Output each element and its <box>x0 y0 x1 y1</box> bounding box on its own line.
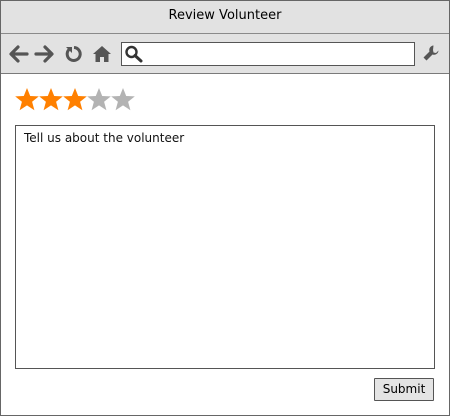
back-arrow-icon[interactable] <box>9 44 29 64</box>
submit-button[interactable]: Submit <box>374 378 434 401</box>
review-textarea-frame: Tell us about the volunteer <box>15 125 435 369</box>
browser-toolbar <box>1 34 449 74</box>
refresh-icon[interactable] <box>64 44 84 64</box>
browser-window: Review Volunteer Tell us about the volun… <box>0 0 450 416</box>
wrench-icon[interactable] <box>422 44 440 66</box>
star-icon[interactable] <box>38 87 64 113</box>
star-icon[interactable] <box>62 87 88 113</box>
address-bar[interactable] <box>121 42 415 66</box>
search-icon <box>124 45 144 67</box>
star-icon[interactable] <box>86 87 112 113</box>
forward-arrow-icon[interactable] <box>34 44 54 64</box>
star-icon[interactable] <box>14 87 40 113</box>
window-title: Review Volunteer <box>1 1 449 34</box>
url-input[interactable] <box>146 44 408 62</box>
review-textarea[interactable]: Tell us about the volunteer <box>16 126 434 368</box>
home-icon[interactable] <box>92 44 112 64</box>
star-icon[interactable] <box>110 87 136 113</box>
